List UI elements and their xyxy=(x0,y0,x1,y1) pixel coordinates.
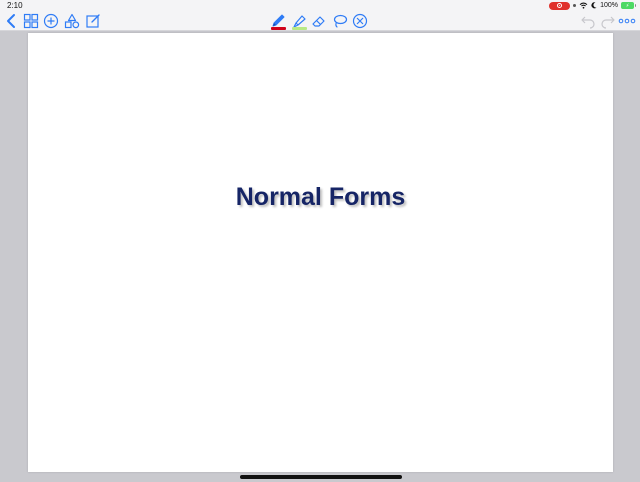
home-indicator[interactable] xyxy=(240,475,402,479)
back-button[interactable] xyxy=(4,13,20,29)
screen-record-icon[interactable] xyxy=(549,1,571,10)
clear-tool[interactable] xyxy=(352,13,368,29)
shapes-icon xyxy=(64,13,80,29)
redo-icon xyxy=(601,16,615,29)
location-icon xyxy=(573,4,577,7)
wifi-icon xyxy=(579,2,588,9)
eraser-icon xyxy=(312,16,325,27)
chevron-left-icon xyxy=(7,14,15,28)
edit-icon xyxy=(86,14,100,28)
edit-button[interactable] xyxy=(85,13,101,29)
thumbnails-button[interactable] xyxy=(23,13,39,29)
plus-circle-icon xyxy=(43,13,59,29)
more-button[interactable] xyxy=(618,13,636,29)
status-time: 2:10 xyxy=(7,1,23,10)
status-indicators: 100% ⚡ xyxy=(549,1,636,10)
eraser-tool[interactable] xyxy=(311,13,327,29)
document-page[interactable]: Normal Forms xyxy=(28,33,613,472)
add-page-button[interactable] xyxy=(43,13,59,29)
more-icon xyxy=(618,18,636,24)
close-circle-icon xyxy=(352,13,368,29)
top-bar: 2:10 100% ⚡ xyxy=(0,0,640,31)
battery-percent: 100% xyxy=(600,2,618,9)
redo-button[interactable] xyxy=(600,13,616,29)
page-title: Normal Forms xyxy=(235,183,406,211)
moon-icon xyxy=(591,2,597,9)
shapes-button[interactable] xyxy=(64,13,80,29)
undo-icon xyxy=(581,16,595,29)
pen-color-indicator xyxy=(271,27,286,30)
grid-icon xyxy=(23,13,39,29)
highlighter-color-indicator xyxy=(292,27,307,30)
lasso-tool[interactable] xyxy=(332,13,348,29)
battery-icon: ⚡ xyxy=(621,2,636,9)
lasso-icon xyxy=(333,14,348,28)
undo-button[interactable] xyxy=(580,13,596,29)
